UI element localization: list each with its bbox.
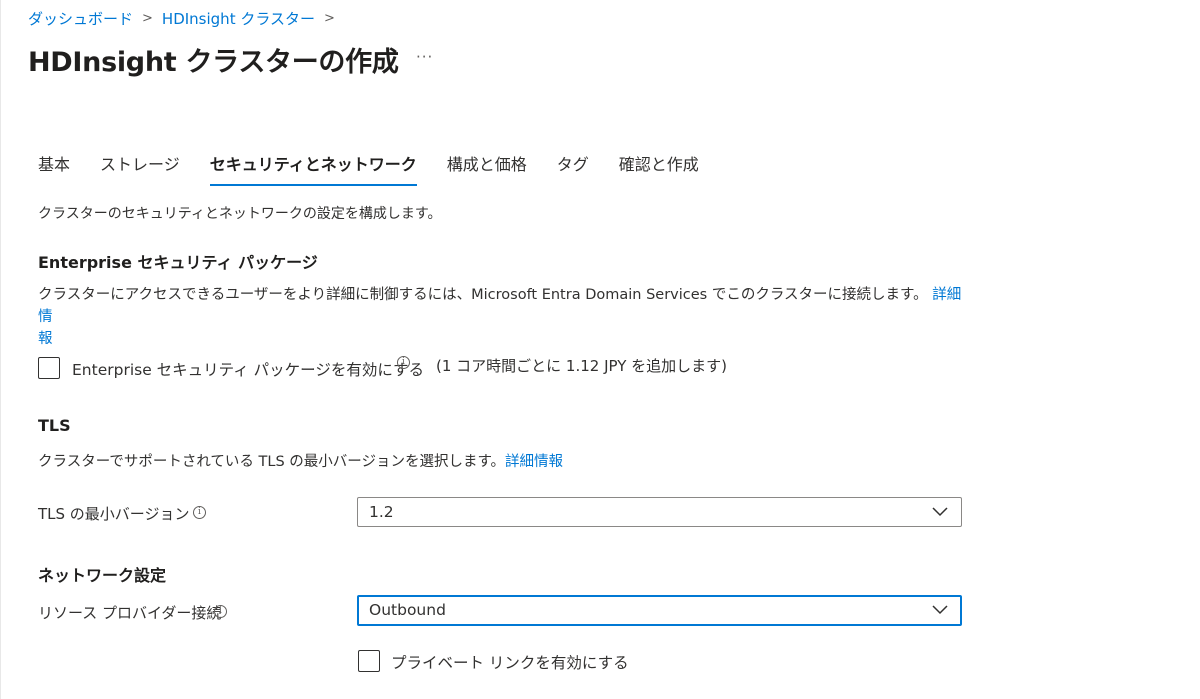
resource-provider-connection-label: リソース プロバイダー接続 <box>38 604 222 622</box>
info-icon[interactable]: i <box>193 506 206 519</box>
tls-section-title: TLS <box>38 416 71 435</box>
esp-description: クラスターにアクセスできるユーザーをより詳細に制御するには、Microsoft … <box>38 284 968 350</box>
chevron-right-icon: > <box>142 11 153 26</box>
tls-description: クラスターでサポートされている TLS の最小バージョンを選択します。詳細情報 <box>38 451 563 473</box>
breadcrumb: ダッシュボード > HDInsight クラスター > <box>28 8 344 29</box>
tab-review-create[interactable]: 確認と作成 <box>619 151 699 186</box>
tls-min-version-dropdown[interactable]: 1.2 <box>357 497 962 527</box>
tab-security-networking[interactable]: セキュリティとネットワーク <box>209 151 417 186</box>
tls-min-version-label: TLS の最小バージョン <box>38 505 190 523</box>
esp-enable-checkbox[interactable] <box>38 357 60 379</box>
chevron-right-icon: > <box>324 11 335 26</box>
esp-enable-label: Enterprise セキュリティ パッケージを有効にする <box>72 361 425 379</box>
breadcrumb-hdinsight-clusters[interactable]: HDInsight クラスター <box>162 8 315 29</box>
esp-cost-note: (1 コア時間ごとに 1.12 JPY を追加します) <box>436 357 728 375</box>
esp-description-text: クラスターにアクセスできるユーザーをより詳細に制御するには、Microsoft … <box>38 287 928 303</box>
resource-provider-connection-value: Outbound <box>369 601 446 619</box>
esp-section-title: Enterprise セキュリティ パッケージ <box>38 253 318 272</box>
tab-bar: 基本 ストレージ セキュリティとネットワーク 構成と価格 タグ 確認と作成 <box>38 151 729 186</box>
tls-min-version-value: 1.2 <box>369 503 394 521</box>
tls-description-text: クラスターでサポートされている TLS の最小バージョンを選択します。 <box>38 454 506 470</box>
tab-basics[interactable]: 基本 <box>38 151 70 186</box>
info-icon[interactable]: i <box>214 605 227 618</box>
breadcrumb-dashboard[interactable]: ダッシュボード <box>28 8 133 29</box>
tls-learn-more-link[interactable]: 詳細情報 <box>505 454 563 470</box>
page-title: HDInsight クラスターの作成 <box>28 47 399 78</box>
esp-learn-more-link-part2[interactable]: 報 <box>38 331 53 347</box>
private-link-checkbox[interactable] <box>358 650 380 672</box>
private-link-label: プライベート リンクを有効にする <box>391 654 629 672</box>
chevron-down-icon <box>932 605 948 615</box>
blade-left-border <box>0 0 1 699</box>
more-options-button[interactable]: ··· <box>416 48 433 66</box>
info-icon[interactable]: i <box>397 356 410 369</box>
network-section-title: ネットワーク設定 <box>38 566 167 585</box>
tab-tags[interactable]: タグ <box>557 151 589 186</box>
chevron-down-icon <box>932 507 948 517</box>
tab-configuration-pricing[interactable]: 構成と価格 <box>447 151 527 186</box>
tab-description: クラスターのセキュリティとネットワークの設定を構成します。 <box>38 206 442 222</box>
resource-provider-connection-dropdown[interactable]: Outbound <box>357 595 962 626</box>
tab-storage[interactable]: ストレージ <box>100 151 180 186</box>
